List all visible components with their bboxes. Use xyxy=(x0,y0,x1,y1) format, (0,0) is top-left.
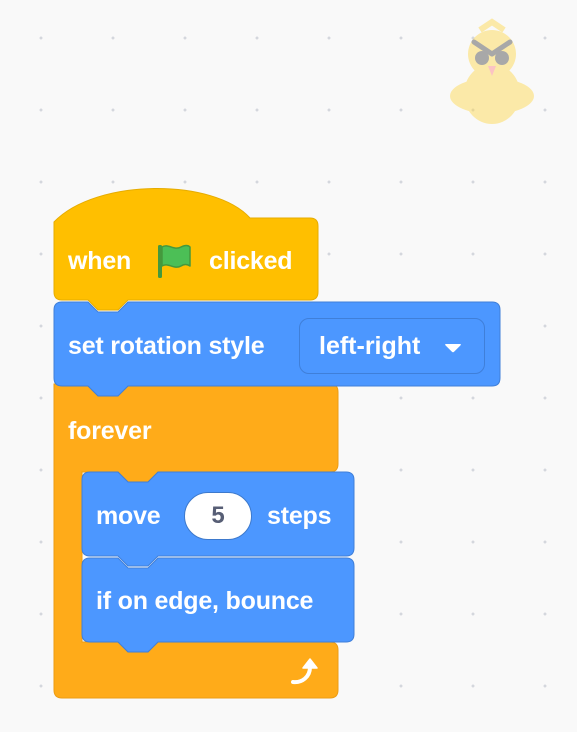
steps-input[interactable]: 5 xyxy=(184,492,252,540)
if-on-edge-bounce-label: if on edge, bounce xyxy=(96,587,314,615)
move-label: move xyxy=(96,502,161,530)
green-flag-icon xyxy=(158,244,191,278)
chevron-down-icon xyxy=(445,344,461,353)
forever-label: forever xyxy=(68,417,152,445)
set-rotation-style-label: set rotation style xyxy=(68,332,265,360)
loop-arrow-icon xyxy=(291,658,318,685)
rotation-style-value: left-right xyxy=(319,332,421,360)
when-label: when xyxy=(68,247,132,275)
steps-label: steps xyxy=(267,502,332,530)
script-blocks xyxy=(53,188,501,699)
clicked-label: clicked xyxy=(209,247,293,275)
rotation-style-dropdown[interactable]: left-right xyxy=(299,318,485,374)
script-workspace[interactable]: when clicked set rotation style left-rig… xyxy=(0,0,577,732)
